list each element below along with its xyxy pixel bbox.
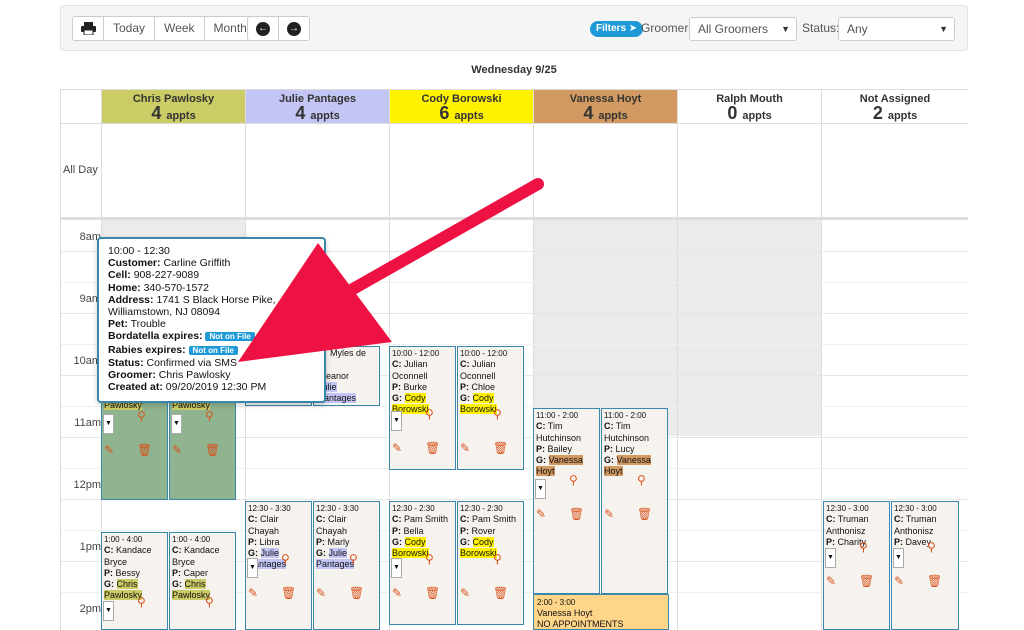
annotation-arrow [238, 178, 544, 362]
